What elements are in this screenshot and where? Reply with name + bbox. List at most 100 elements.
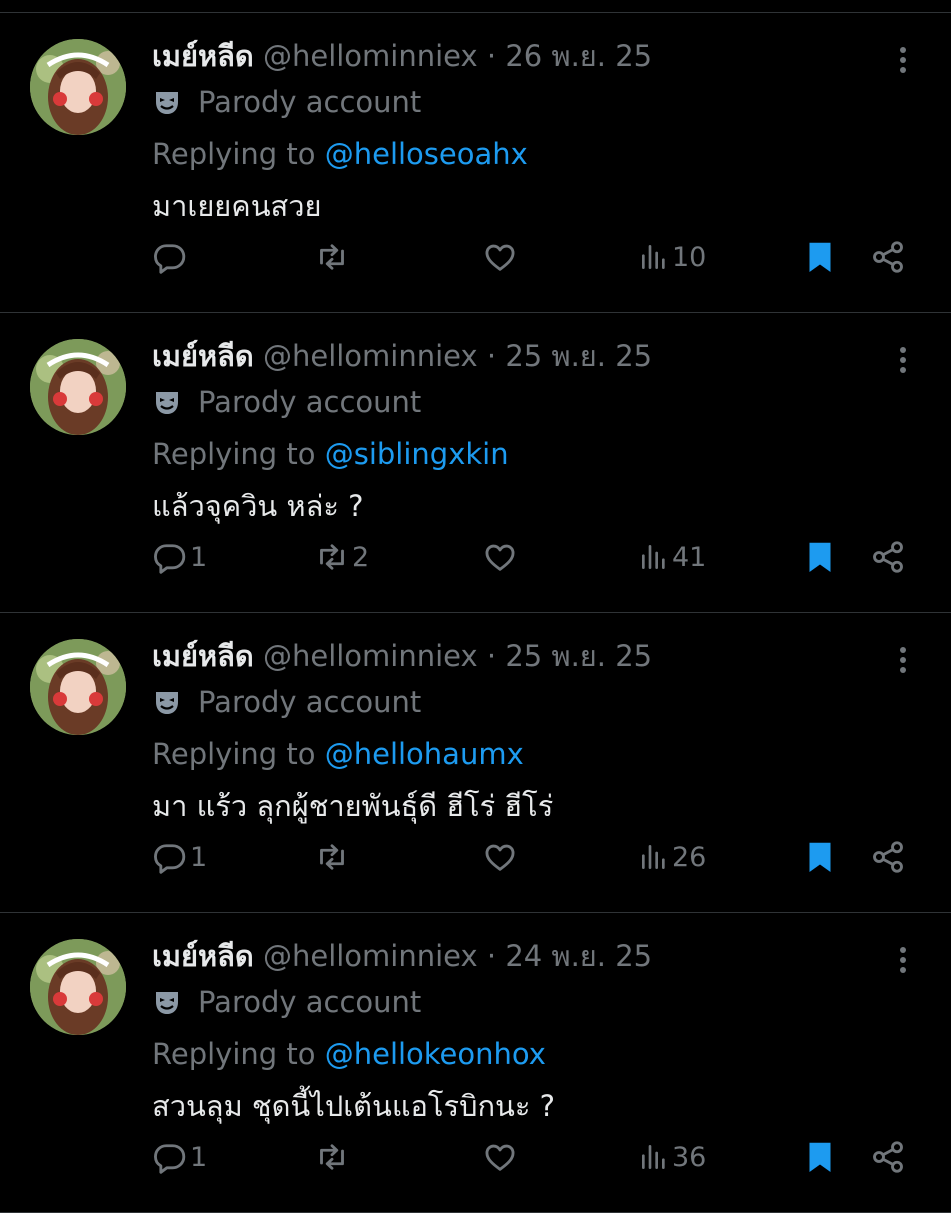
like-button[interactable]	[482, 237, 520, 277]
display-name[interactable]: เมย์หลีด	[152, 639, 254, 673]
display-name[interactable]: เมย์หลีด	[152, 939, 254, 973]
tweet-actions: 1 2 41	[152, 537, 903, 577]
tweet-content: เมย์หลีด @hellominniex · 25 พ.ย. 25 Paro…	[152, 337, 911, 525]
user-handle[interactable]: @hellominniex	[263, 339, 478, 373]
reply-icon	[154, 844, 186, 874]
replying-to: Replying to @helloseoahx	[152, 135, 911, 173]
bookmark-button[interactable]	[802, 1137, 838, 1177]
avatar-image	[30, 39, 126, 135]
share-button[interactable]	[870, 537, 906, 577]
share-button[interactable]	[870, 837, 906, 877]
reply-button[interactable]: 1	[152, 1137, 207, 1177]
reply-button[interactable]: 1	[152, 537, 207, 577]
more-icon[interactable]	[893, 943, 913, 977]
replying-to-user-link[interactable]: @helloseoahx	[325, 137, 528, 171]
replying-to: Replying to @siblingxkin	[152, 435, 911, 473]
separator-dot: ·	[486, 339, 497, 373]
like-icon	[485, 844, 515, 871]
replying-to-user-link[interactable]: @hellohaumx	[325, 737, 524, 771]
share-icon	[873, 1141, 903, 1173]
avatar-image	[30, 339, 126, 435]
tweet-text: มาเยยคนสวย	[152, 189, 322, 223]
share-button[interactable]	[870, 237, 906, 277]
replying-to-prefix: Replying to	[152, 1037, 316, 1071]
reply-count: 1	[190, 541, 208, 573]
user-handle[interactable]: @hellominniex	[263, 39, 478, 73]
reply-count: 1	[190, 841, 208, 873]
separator-dot: ·	[486, 639, 497, 673]
reply-icon	[154, 1144, 186, 1174]
like-icon	[485, 544, 515, 571]
avatar-image	[30, 939, 126, 1035]
views-button[interactable]: 41	[638, 537, 706, 577]
tweet-text: มา แร้ว ลุกผู้ชายพันธุ์ดี ฮีโร่ ฮีโร่	[152, 789, 554, 823]
tweet-date[interactable]: 26 พ.ย. 25	[505, 39, 652, 73]
views-button[interactable]: 26	[638, 837, 706, 877]
like-button[interactable]	[482, 1137, 520, 1177]
tweet-actions: 1 26	[152, 837, 903, 877]
replying-to-user-link[interactable]: @siblingxkin	[325, 437, 509, 471]
retweet-icon	[320, 544, 344, 570]
avatar[interactable]	[30, 339, 126, 435]
retweet-button[interactable]	[314, 837, 352, 877]
views-button[interactable]: 10	[638, 237, 706, 277]
tweet-actions: 10	[152, 237, 903, 277]
parody-text: Parody account	[198, 385, 422, 419]
views-count: 41	[672, 541, 707, 573]
share-button[interactable]	[870, 1137, 906, 1177]
user-handle[interactable]: @hellominniex	[263, 639, 478, 673]
replying-to-prefix: Replying to	[152, 437, 316, 471]
parody-mask-icon	[156, 392, 178, 414]
reply-icon	[154, 244, 186, 274]
parody-text: Parody account	[198, 685, 422, 719]
like-button[interactable]	[482, 837, 520, 877]
views-count: 36	[672, 1141, 707, 1173]
retweet-button[interactable]	[314, 237, 352, 277]
views-button[interactable]: 36	[638, 1137, 706, 1177]
display-name[interactable]: เมย์หลีด	[152, 339, 254, 373]
tweet-date[interactable]: 25 พ.ย. 25	[505, 339, 652, 373]
bookmark-button[interactable]	[802, 837, 838, 877]
share-icon	[873, 841, 903, 873]
replying-to: Replying to @hellohaumx	[152, 735, 911, 773]
replying-to-prefix: Replying to	[152, 137, 316, 171]
replying-to-user-link[interactable]: @hellokeonhox	[325, 1037, 546, 1071]
user-handle[interactable]: @hellominniex	[263, 939, 478, 973]
replying-to-prefix: Replying to	[152, 737, 316, 771]
avatar-image	[30, 639, 126, 735]
tweet-text: แล้วจุควิน หล่ะ ?	[152, 489, 364, 523]
reply-button[interactable]	[152, 237, 190, 277]
bookmark-button[interactable]	[802, 537, 838, 577]
views-icon	[642, 1145, 665, 1169]
bookmark-button[interactable]	[802, 237, 838, 277]
parody-label: Parody account	[152, 83, 911, 121]
avatar[interactable]	[30, 939, 126, 1035]
tweet-actions: 1 36	[152, 1137, 903, 1177]
more-icon[interactable]	[893, 43, 913, 77]
tweet[interactable]: เมย์หลีด @hellominniex · 24 พ.ย. 25 Paro…	[0, 913, 951, 1213]
tweet-header: เมย์หลีด @hellominniex · 24 พ.ย. 25	[152, 937, 911, 975]
tweet-date[interactable]: 25 พ.ย. 25	[505, 639, 652, 673]
reply-button[interactable]: 1	[152, 837, 207, 877]
more-icon[interactable]	[893, 643, 913, 677]
retweet-count: 2	[352, 541, 370, 573]
like-button[interactable]	[482, 537, 520, 577]
tweet[interactable]: เมย์หลีด @hellominniex · 25 พ.ย. 25 Paro…	[0, 313, 951, 613]
more-icon[interactable]	[893, 343, 913, 377]
avatar[interactable]	[30, 639, 126, 735]
tweet-date[interactable]: 24 พ.ย. 25	[505, 939, 652, 973]
bookmark-icon	[809, 242, 831, 272]
avatar[interactable]	[30, 39, 126, 135]
tweet[interactable]: เมย์หลีด @hellominniex · 26 พ.ย. 25 Paro…	[0, 13, 951, 313]
reply-count: 1	[190, 1141, 208, 1173]
parody-text: Parody account	[198, 85, 422, 119]
parody-label: Parody account	[152, 383, 911, 421]
retweet-button[interactable]	[314, 1137, 352, 1177]
display-name[interactable]: เมย์หลีด	[152, 39, 254, 73]
reply-icon	[154, 544, 186, 574]
reply-feed: เมย์หลีด @hellominniex · 26 พ.ย. 25 Paro…	[0, 0, 951, 1213]
parody-mask-icon	[156, 692, 178, 714]
tweet[interactable]: เมย์หลีด @hellominniex · 25 พ.ย. 25 Paro…	[0, 613, 951, 913]
separator-dot: ·	[486, 939, 497, 973]
retweet-button[interactable]: 2	[314, 537, 369, 577]
